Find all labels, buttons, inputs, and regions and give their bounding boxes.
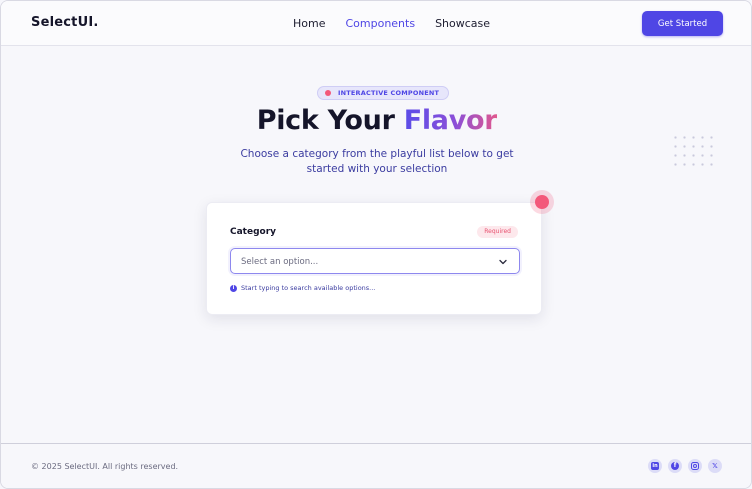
pulse-core xyxy=(535,195,549,209)
x-link[interactable]: 𝕏 xyxy=(708,459,722,473)
main-nav: Home Components Showcase xyxy=(293,17,490,30)
hint-text: Start typing to search available options… xyxy=(241,284,376,292)
brand-logo[interactable]: SelectUI. xyxy=(31,15,99,30)
site-footer: © 2025 SelectUI. All rights reserved. in… xyxy=(1,443,751,488)
pulse-indicator-icon xyxy=(530,190,554,214)
top-navbar: SelectUI. Home Components Showcase Get S… xyxy=(1,1,751,46)
instagram-link[interactable] xyxy=(688,459,702,473)
search-hint: i Start typing to search available optio… xyxy=(230,284,375,292)
copyright-text: © 2025 SelectUI. All rights reserved. xyxy=(31,462,179,471)
required-badge: Required xyxy=(477,226,518,238)
social-links: in f 𝕏 xyxy=(648,459,722,473)
info-icon: i xyxy=(230,284,237,292)
nav-components[interactable]: Components xyxy=(345,17,415,30)
title-accent: Flavor xyxy=(403,105,498,136)
title-plain: Pick Your xyxy=(256,105,404,136)
linkedin-link[interactable]: in xyxy=(648,459,662,473)
facebook-link[interactable]: f xyxy=(668,459,682,473)
select-placeholder: Select an option... xyxy=(241,257,319,267)
badge-dot-icon xyxy=(325,90,331,96)
section-badge: INTERACTIVE COMPONENT xyxy=(317,86,450,100)
nav-home[interactable]: Home xyxy=(293,17,325,30)
get-started-button[interactable]: Get Started xyxy=(642,11,723,36)
instagram-icon xyxy=(691,462,699,470)
category-label: Category xyxy=(230,227,277,237)
page-frame: SelectUI. Home Components Showcase Get S… xyxy=(0,0,752,489)
page-title: Pick Your Flavor xyxy=(1,105,751,136)
facebook-icon: f xyxy=(671,462,679,470)
chevron-down-icon[interactable] xyxy=(498,257,508,267)
page-subtitle: Choose a category from the playful list … xyxy=(240,148,514,175)
category-select[interactable]: Select an option... xyxy=(230,248,520,274)
nav-showcase[interactable]: Showcase xyxy=(435,17,490,30)
x-icon: 𝕏 xyxy=(712,462,718,470)
select-card: Category Required Select an option... i … xyxy=(206,202,542,315)
linkedin-icon: in xyxy=(651,462,659,470)
badge-label: INTERACTIVE COMPONENT xyxy=(338,89,440,97)
decorative-dot-grid xyxy=(671,133,715,169)
